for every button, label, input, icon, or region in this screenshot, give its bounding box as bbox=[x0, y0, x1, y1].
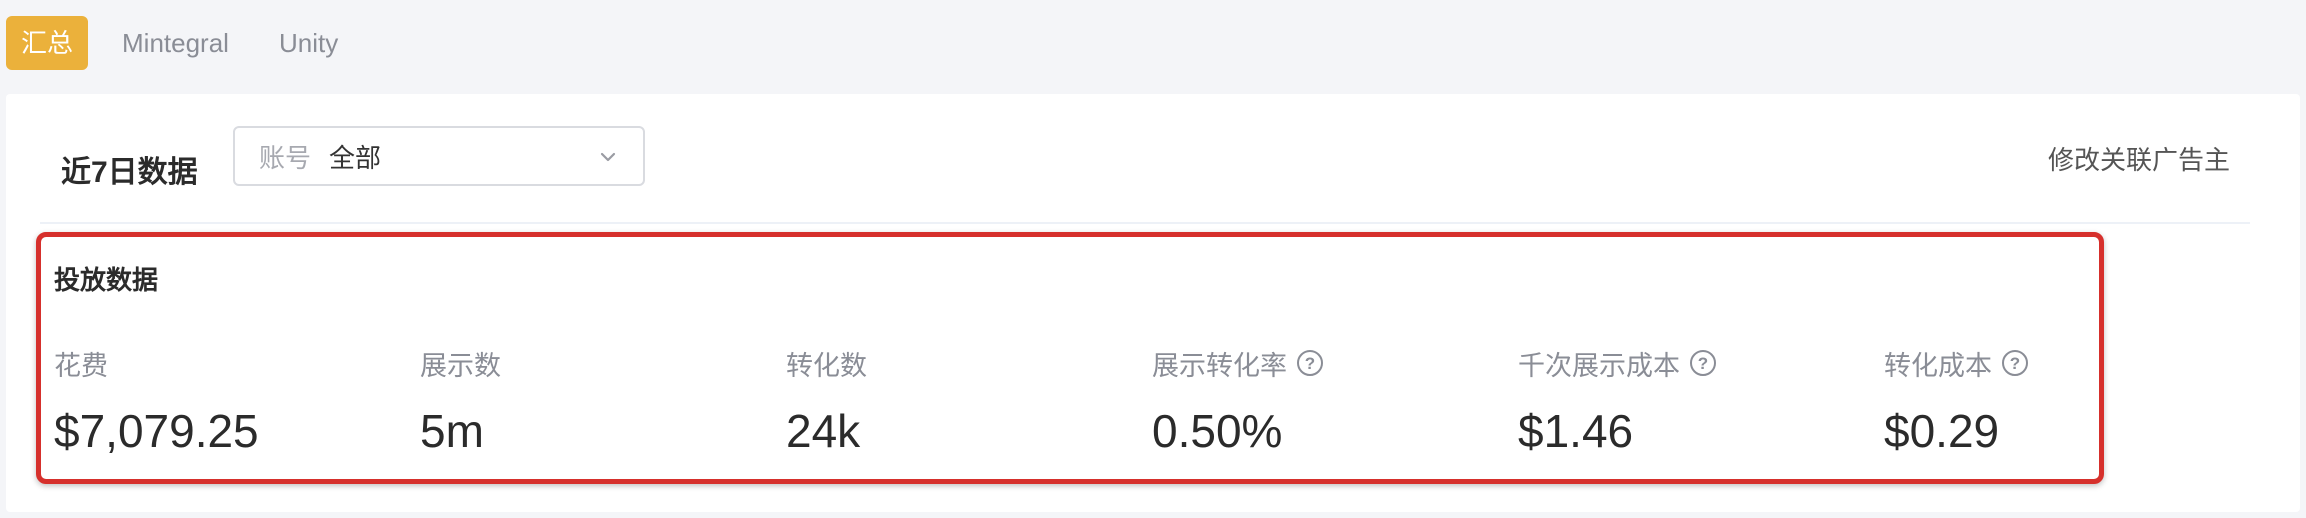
chevron-down-icon bbox=[600, 152, 616, 162]
metric-value: $7,079.25 bbox=[54, 405, 259, 457]
metric-label: 花费 bbox=[54, 350, 108, 381]
metric-label: 展示转化率 bbox=[1152, 350, 1287, 381]
metric-cpm: 千次展示成本 ? $1.46 bbox=[1518, 344, 1878, 458]
question-circle-icon[interactable]: ? bbox=[1690, 350, 1716, 376]
divider bbox=[40, 222, 2250, 224]
metric-label: 转化数 bbox=[786, 350, 867, 381]
metric-label: 转化成本 bbox=[1884, 350, 1992, 381]
question-circle-icon[interactable]: ? bbox=[1297, 350, 1323, 376]
tab-mintegral[interactable]: Mintegral bbox=[106, 16, 245, 70]
section-title: 投放数据 bbox=[54, 265, 159, 295]
metric-cvr: 展示转化率 ? 0.50% bbox=[1152, 344, 1512, 458]
metric-spend: 花费 $7,079.25 bbox=[54, 344, 414, 458]
metric-impressions: 展示数 5m bbox=[420, 344, 780, 458]
tab-summary[interactable]: 汇总 bbox=[6, 16, 89, 70]
metric-label: 千次展示成本 bbox=[1518, 350, 1680, 381]
metric-value: 5m bbox=[420, 405, 484, 457]
metric-value: $1.46 bbox=[1518, 405, 1634, 457]
metric-value: 0.50% bbox=[1152, 405, 1283, 457]
account-select[interactable]: 账号 全部 bbox=[233, 126, 645, 186]
metric-conversions: 转化数 24k bbox=[786, 344, 1146, 458]
question-circle-icon[interactable]: ? bbox=[2002, 350, 2028, 376]
edit-advertiser-link[interactable]: 修改关联广告主 bbox=[2048, 140, 2230, 177]
panel-title: 近7日数据 bbox=[61, 156, 198, 189]
stats-card: 近7日数据 账号 全部 修改关联广告主 投放数据 花费 $7,079.25 展示… bbox=[6, 94, 2300, 512]
account-select-label: 账号 bbox=[259, 142, 312, 173]
source-tabs: 汇总 Mintegral Unity bbox=[6, 16, 372, 70]
account-select-value: 全部 bbox=[329, 142, 382, 173]
metric-value: $0.29 bbox=[1884, 405, 2000, 457]
metric-value: 24k bbox=[786, 405, 861, 457]
metric-label: 展示数 bbox=[420, 350, 501, 381]
metric-cpa: 转化成本 ? $0.29 bbox=[1884, 344, 2244, 458]
tab-unity[interactable]: Unity bbox=[263, 16, 354, 70]
